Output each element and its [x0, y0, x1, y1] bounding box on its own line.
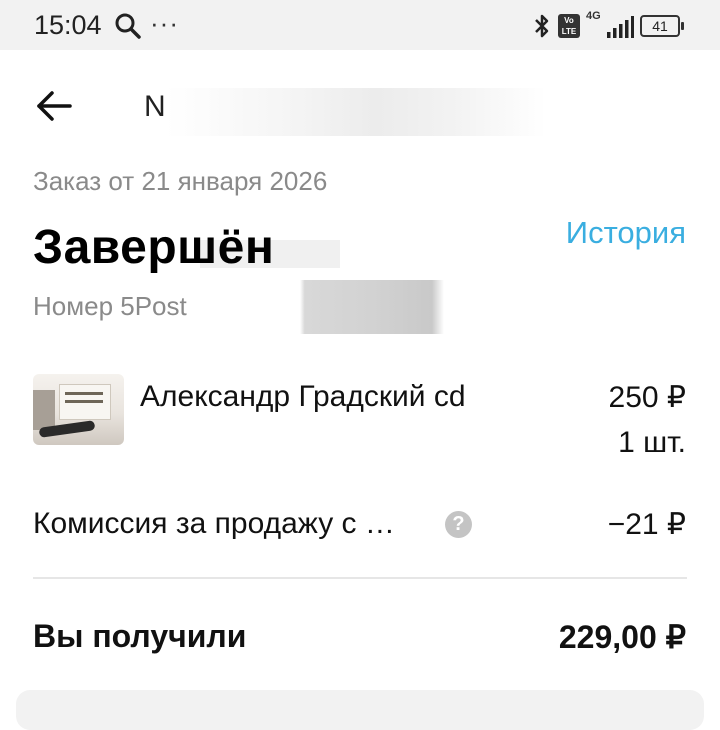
volte-icon: Vo LTE [558, 14, 580, 38]
commission-value: −21 ₽ [607, 508, 686, 541]
product-price: 250 ₽ [608, 381, 686, 414]
total-value: 229,00 ₽ [558, 619, 686, 655]
battery-level: 41 [652, 18, 668, 34]
battery-icon: 41 [640, 15, 684, 37]
status-time: 15:04 [34, 10, 102, 40]
status-bar: 15:04 ··· Vo LTE 4G 41 [0, 0, 720, 50]
redacted-area [166, 88, 546, 136]
order-date: Заказ от 21 января 2026 [33, 166, 328, 196]
bluetooth-icon [535, 14, 549, 38]
tracking-number-label: Номер 5Post [33, 291, 187, 321]
header-title: N [144, 90, 166, 123]
thumbnail-shape [65, 392, 103, 395]
volte-top-label: Vo [564, 16, 574, 25]
thumbnail-shape [33, 390, 55, 430]
total-label: Вы получили [33, 618, 247, 654]
search-icon [115, 13, 141, 39]
signal-bars-icon [607, 16, 634, 38]
help-icon[interactable]: ? [445, 511, 472, 538]
volte-bottom-label: LTE [561, 27, 577, 36]
divider [33, 577, 687, 579]
thumbnail-shape [65, 400, 103, 403]
commission-label: Комиссия за продажу с … [33, 507, 395, 540]
product-thumbnail[interactable] [33, 374, 124, 445]
back-arrow-icon[interactable] [34, 86, 74, 126]
product-name[interactable]: Александр Градский cd [140, 380, 466, 414]
order-status: Завершён [33, 221, 275, 274]
history-link[interactable]: История [566, 215, 686, 251]
redacted-area [204, 280, 444, 334]
bottom-card [16, 690, 704, 730]
network-type-label: 4G [586, 10, 601, 22]
more-notifications-icon: ··· [150, 8, 179, 38]
signal-indicator: 4G [586, 10, 634, 40]
product-quantity: 1 шт. [618, 426, 686, 459]
status-icons: Vo LTE 4G 41 [532, 10, 684, 41]
